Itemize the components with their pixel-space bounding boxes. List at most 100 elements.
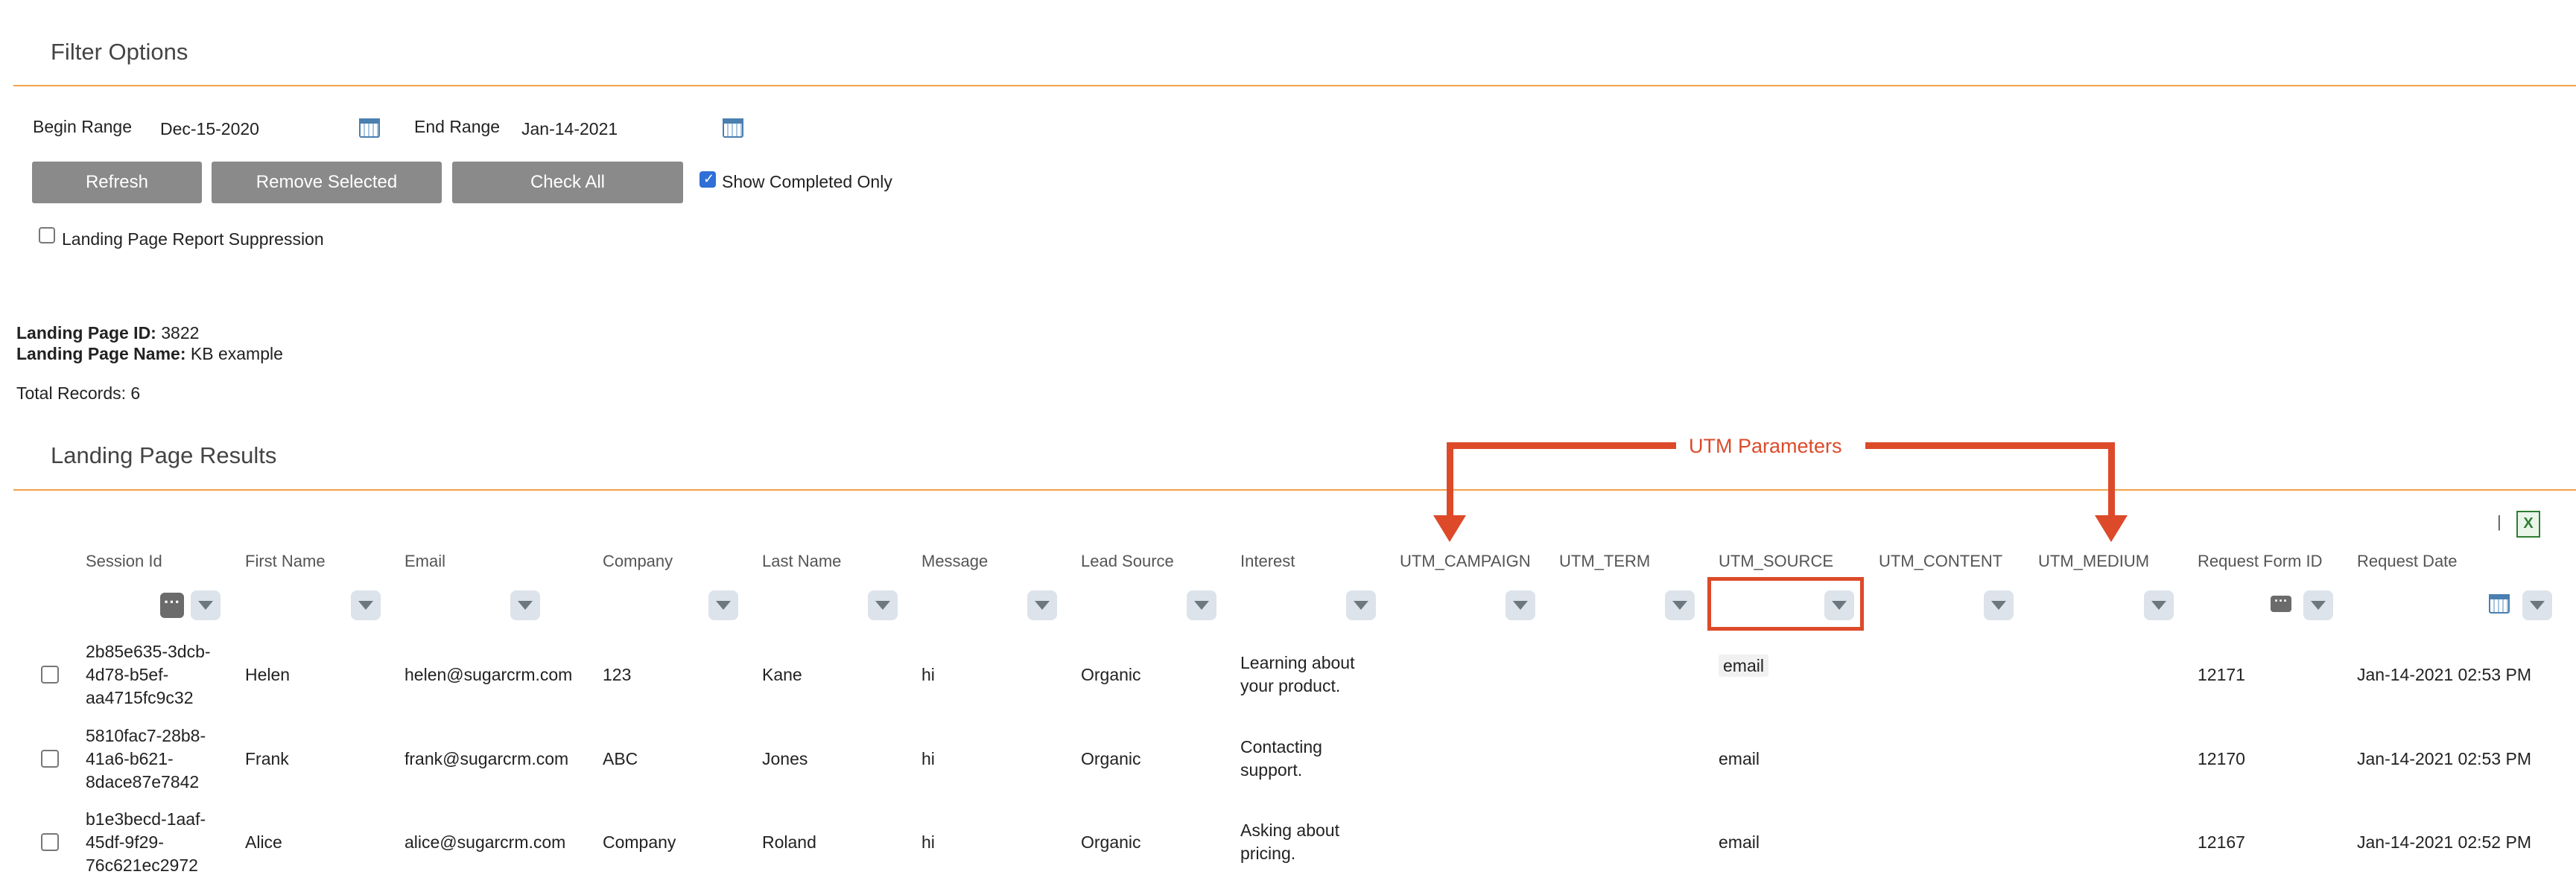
cell-lead-source: Organic [1081, 665, 1141, 684]
cell-request-form-id: 12167 [2198, 832, 2245, 852]
toolbar-separator: | [2497, 512, 2502, 531]
interest-line: Contacting [1240, 737, 1322, 756]
results-title: Landing Page Results [51, 442, 277, 468]
landing-page-name-value: KB example [190, 344, 283, 363]
landing-page-id-label: Landing Page ID: [16, 323, 156, 343]
refresh-button[interactable]: Refresh [32, 162, 202, 203]
cell-company: ABC [603, 749, 638, 768]
suppression-checkbox[interactable] [39, 227, 55, 243]
col-header-utm-source[interactable]: UTM_SOURCE [1719, 552, 1833, 571]
cell-lead-source: Organic [1081, 749, 1141, 768]
cell-request-form-id: 12170 [2198, 749, 2245, 768]
check-all-button[interactable]: Check All [452, 162, 683, 203]
end-range-input[interactable]: Jan-14-2021 [521, 119, 618, 139]
col-header-session-id[interactable]: Session Id [86, 552, 162, 571]
session-id-line: 45df-9f29- [86, 832, 164, 852]
cell-last-name: Kane [762, 665, 802, 684]
col-header-first-name[interactable]: First Name [245, 552, 326, 571]
cell-interest: Contacting support. [1240, 736, 1322, 782]
cell-utm-source: email [1719, 749, 1760, 768]
col-header-utm-content[interactable]: UTM_CONTENT [1879, 552, 2002, 571]
utm-content-filter-dropdown[interactable] [1984, 590, 2014, 620]
session-id-filter-dropdown[interactable] [191, 590, 221, 620]
landing-page-id: Landing Page ID: 3822 [16, 323, 199, 343]
col-header-request-form-id[interactable]: Request Form ID [2198, 552, 2323, 571]
table-row-session-id: 5810fac7-28b8- 41a6-b621- 8dace87e7842 [86, 724, 206, 794]
utm-term-filter-dropdown[interactable] [1665, 590, 1695, 620]
landing-page-id-value: 3822 [161, 323, 200, 343]
table-row-session-id: 2b85e635-3dcb- 4d78-b5ef- aa4715fc9c32 [86, 640, 211, 710]
cell-request-form-id: 12171 [2198, 665, 2245, 684]
session-id-options-icon[interactable]: ··· [160, 593, 184, 618]
show-completed-checkbox[interactable] [699, 171, 716, 188]
row-checkbox[interactable] [41, 666, 59, 684]
excel-export-icon[interactable]: X [2516, 511, 2540, 538]
col-header-interest[interactable]: Interest [1240, 552, 1295, 571]
col-header-company[interactable]: Company [603, 552, 673, 571]
suppression-label: Landing Page Report Suppression [62, 229, 324, 249]
begin-range-input[interactable]: Dec-15-2020 [160, 119, 259, 139]
session-id-line: 8dace87e7842 [86, 772, 200, 791]
first-name-filter-dropdown[interactable] [351, 590, 381, 620]
landing-page-name-label: Landing Page Name: [16, 344, 186, 363]
interest-line: pricing. [1240, 844, 1296, 863]
annotation-bracket-right [1865, 442, 2115, 449]
company-filter-dropdown[interactable] [708, 590, 738, 620]
cell-first-name: Alice [245, 832, 282, 852]
col-header-lead-source[interactable]: Lead Source [1081, 552, 1174, 571]
request-date-calendar-icon[interactable] [2489, 594, 2510, 614]
utm-parameters-annotation: UTM Parameters [1689, 435, 1842, 457]
session-id-line: 2b85e635-3dcb- [86, 642, 211, 661]
session-id-line: aa4715fc9c32 [86, 688, 194, 707]
request-form-id-filter-dropdown[interactable] [2303, 590, 2333, 620]
row-checkbox[interactable] [41, 833, 59, 851]
interest-line: Learning about [1240, 653, 1355, 672]
annotation-arrow-left-line [1447, 442, 1453, 517]
col-header-message[interactable]: Message [921, 552, 988, 571]
col-header-email[interactable]: Email [405, 552, 445, 571]
col-header-utm-medium[interactable]: UTM_MEDIUM [2038, 552, 2149, 571]
total-records: Total Records: 6 [16, 383, 141, 403]
session-id-line: 76c621ec2972 [86, 856, 198, 875]
cell-interest: Asking about pricing. [1240, 819, 1339, 865]
end-calendar-icon[interactable] [723, 118, 743, 138]
cell-request-date: Jan-14-2021 02:52 PM [2357, 832, 2531, 852]
col-header-last-name[interactable]: Last Name [762, 552, 841, 571]
utm-source-filter-dropdown[interactable] [1824, 590, 1854, 620]
cell-email: alice@sugarcrm.com [405, 832, 566, 852]
cell-company: 123 [603, 665, 632, 684]
annotation-bracket-left [1447, 442, 1676, 449]
col-header-request-date[interactable]: Request Date [2357, 552, 2458, 571]
session-id-line: 4d78-b5ef- [86, 665, 169, 684]
utm-medium-filter-dropdown[interactable] [2144, 590, 2174, 620]
request-date-filter-dropdown[interactable] [2522, 590, 2552, 620]
interest-filter-dropdown[interactable] [1346, 590, 1376, 620]
last-name-filter-dropdown[interactable] [868, 590, 898, 620]
message-filter-dropdown[interactable] [1027, 590, 1057, 620]
cell-first-name: Frank [245, 749, 289, 768]
cell-utm-source: email [1719, 654, 1768, 678]
col-header-utm-campaign[interactable]: UTM_CAMPAIGN [1400, 552, 1531, 571]
interest-line: your product. [1240, 676, 1341, 695]
cell-company: Company [603, 832, 676, 852]
cell-interest: Learning about your product. [1240, 652, 1354, 698]
filter-options-title: Filter Options [51, 39, 188, 65]
lead-source-filter-dropdown[interactable] [1187, 590, 1216, 620]
request-form-id-options-icon[interactable]: ··· [2271, 594, 2291, 612]
cell-request-date: Jan-14-2021 02:53 PM [2357, 665, 2531, 684]
email-filter-dropdown[interactable] [510, 590, 540, 620]
annotation-arrow-right-line [2108, 442, 2115, 517]
interest-line: Asking about [1240, 821, 1339, 840]
col-header-utm-term[interactable]: UTM_TERM [1559, 552, 1650, 571]
utm-campaign-filter-dropdown[interactable] [1506, 590, 1535, 620]
annotation-arrowhead-right [2095, 515, 2128, 542]
results-divider [13, 489, 2576, 491]
annotation-arrowhead-left [1433, 515, 1466, 542]
begin-calendar-icon[interactable] [359, 118, 380, 138]
session-id-line: 41a6-b621- [86, 749, 174, 768]
cell-message: hi [921, 665, 935, 684]
row-checkbox[interactable] [41, 750, 59, 768]
interest-line: support. [1240, 760, 1303, 780]
remove-selected-button[interactable]: Remove Selected [212, 162, 442, 203]
cell-lead-source: Organic [1081, 832, 1141, 852]
